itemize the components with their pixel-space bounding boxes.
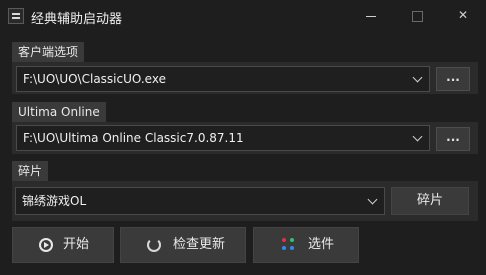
close-icon: ✕ — [457, 8, 469, 22]
chevron-down-icon[interactable] — [412, 131, 423, 142]
client-path-value: F:\UO\UO\ClassicUO.exe — [23, 72, 166, 86]
options-label: 选件 — [308, 237, 335, 252]
start-label: 开始 — [63, 237, 90, 252]
app-icon — [8, 8, 24, 24]
uo-browse-button[interactable]: ... — [436, 127, 470, 151]
refresh-icon — [147, 238, 161, 252]
colored-dots-icon — [282, 238, 296, 252]
check-update-button[interactable]: 检查更新 — [120, 227, 246, 263]
close-button[interactable]: ✕ — [440, 0, 486, 32]
shard-section-panel: 锦绣游戏OL 碎片 — [12, 181, 478, 221]
shard-button[interactable]: 碎片 — [391, 187, 469, 215]
client-path-combo[interactable]: F:\UO\UO\ClassicUO.exe — [16, 66, 430, 92]
client-section-label: 客户端选项 — [12, 42, 85, 62]
uo-section-label: Ultima Online — [12, 102, 106, 122]
shard-section-label: 碎片 — [12, 161, 49, 181]
client-section-panel: F:\UO\UO\ClassicUO.exe ... — [12, 62, 478, 94]
title-bar: 经典辅助启动器 ✕ — [0, 0, 486, 32]
uo-path-value: F:\UO\Ultima Online Classic7.0.87.11 — [23, 131, 244, 145]
shard-selected: 锦绣游戏OL — [22, 194, 87, 208]
minimize-button[interactable] — [348, 0, 394, 32]
chevron-down-icon[interactable] — [412, 72, 423, 83]
window-title: 经典辅助启动器 — [31, 12, 123, 27]
shard-combo[interactable]: 锦绣游戏OL — [15, 187, 385, 215]
maximize-button[interactable] — [394, 0, 440, 32]
options-button[interactable]: 选件 — [253, 227, 359, 263]
client-browse-button[interactable]: ... — [436, 67, 470, 91]
uo-section-panel: F:\UO\Ultima Online Classic7.0.87.11 ... — [12, 122, 478, 154]
play-icon — [39, 238, 53, 252]
uo-path-combo[interactable]: F:\UO\Ultima Online Classic7.0.87.11 — [16, 125, 430, 151]
start-button[interactable]: 开始 — [12, 227, 114, 263]
chevron-down-icon[interactable] — [367, 194, 378, 205]
check-update-label: 检查更新 — [173, 237, 226, 252]
